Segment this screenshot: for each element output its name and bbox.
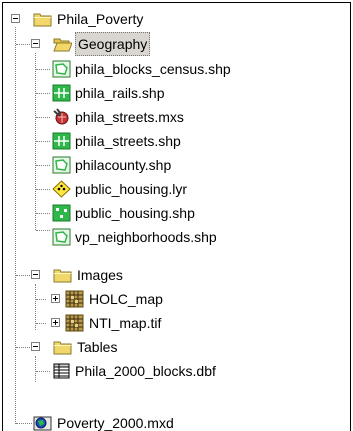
raster-grid-icon (65, 290, 84, 308)
tree-item-philacounty[interactable]: philacounty.shp (3, 153, 350, 177)
folder-closed-icon (53, 269, 72, 283)
tree-item-label: philacounty.shp (75, 157, 172, 173)
collapse-toggle[interactable] (31, 270, 40, 279)
tree-node-label: Geography (75, 32, 151, 56)
tree-item-label: phila_blocks_census.shp (75, 61, 231, 77)
tree-item-label: public_housing.lyr (75, 181, 188, 197)
polygon-shapefile-icon (52, 228, 71, 246)
tree-item-phila-rails[interactable]: phila_rails.shp (3, 81, 350, 105)
tree-node-label: Tables (77, 339, 118, 355)
tree-item-label: vp_neighborhoods.shp (75, 229, 217, 245)
table-icon (53, 363, 70, 379)
tree-item-phila-streets-shp[interactable]: phila_streets.shp (3, 129, 350, 153)
line-shapefile-icon (52, 84, 71, 102)
tree-node-label: Phila_Poverty (57, 11, 144, 27)
tree-item-label: Phila_2000_blocks.dbf (75, 363, 216, 379)
collapse-toggle[interactable] (31, 39, 40, 48)
tree-item-label: phila_streets.mxs (75, 109, 184, 125)
tree-item-label: Poverty_2000.mxd (57, 415, 174, 431)
folder-closed-icon (53, 341, 72, 355)
tree-item-label: NTI_map.tif (89, 315, 162, 331)
tree-item-vp-neighborhoods[interactable]: vp_neighborhoods.shp (3, 225, 350, 249)
catalog-tree: Phila_Poverty Geography phila_blocks_cen… (2, 2, 351, 431)
tree-item-label: phila_rails.shp (75, 85, 165, 101)
tree-item-label: public_housing.shp (75, 205, 195, 221)
raster-grid-icon (65, 314, 84, 332)
collapse-toggle[interactable] (31, 342, 40, 351)
expand-toggle[interactable] (51, 294, 60, 303)
tree-node-label: Images (77, 267, 123, 283)
tree-item-nti-map[interactable]: NTI_map.tif (3, 311, 350, 335)
tree-node-tables[interactable]: Tables (3, 335, 350, 359)
tree-item-public-housing-lyr[interactable]: public_housing.lyr (3, 177, 350, 201)
tree-item-holc-map[interactable]: HOLC_map (3, 287, 350, 311)
tree-item-public-housing-shp[interactable]: public_housing.shp (3, 201, 350, 225)
tree-item-label: HOLC_map (89, 291, 163, 307)
tree-node-geography[interactable]: Geography (3, 32, 350, 56)
tree-item-phila-streets-mxs[interactable]: phila_streets.mxs (3, 105, 350, 129)
point-shapefile-icon (52, 204, 71, 222)
tree-node-root[interactable]: Phila_Poverty (3, 7, 350, 31)
expand-toggle[interactable] (51, 318, 60, 327)
folder-closed-icon (33, 13, 52, 27)
folder-open-icon (53, 38, 72, 52)
layer-file-icon (52, 180, 71, 198)
tree-node-images[interactable]: Images (3, 263, 350, 287)
polygon-shapefile-icon (52, 156, 71, 174)
tree-item-poverty-mxd[interactable]: Poverty_2000.mxd (3, 411, 350, 431)
tree-item-phila-blocks-census[interactable]: phila_blocks_census.shp (3, 57, 350, 81)
line-shapefile-icon (52, 132, 71, 150)
tree-item-label: phila_streets.shp (75, 133, 181, 149)
tree-item-phila-2000-blocks[interactable]: Phila_2000_blocks.dbf (3, 359, 350, 383)
collapse-toggle[interactable] (11, 14, 20, 23)
map-document-icon (33, 416, 52, 431)
polygon-shapefile-icon (52, 60, 71, 78)
globe-map-icon (53, 108, 69, 125)
